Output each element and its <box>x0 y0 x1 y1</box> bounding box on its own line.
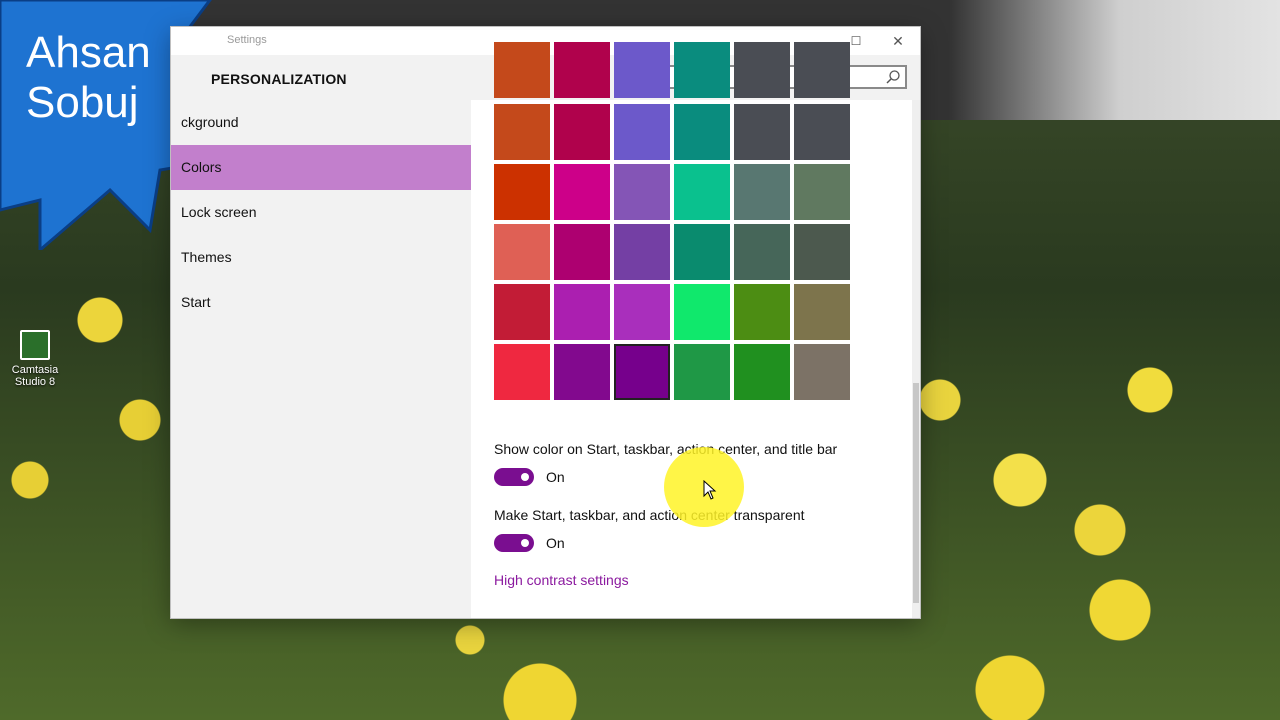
sidebar-item-label: Start <box>181 294 211 310</box>
color-swatch[interactable] <box>734 284 790 340</box>
color-swatch[interactable] <box>614 164 670 220</box>
color-swatch[interactable] <box>614 224 670 280</box>
color-swatch[interactable] <box>554 224 610 280</box>
color-swatch[interactable] <box>734 104 790 160</box>
show-color-state: On <box>546 469 565 485</box>
color-swatch[interactable] <box>734 344 790 400</box>
toggle-knob <box>521 473 529 481</box>
watermark-line-1: Ahsan <box>26 28 151 77</box>
mouse-cursor-icon <box>703 480 717 500</box>
sidebar-item-lock-screen[interactable]: Lock screen <box>171 190 471 235</box>
show-color-toggle[interactable] <box>494 468 534 486</box>
color-swatch[interactable] <box>674 344 730 400</box>
content-scrollbar[interactable] <box>912 100 920 618</box>
transparent-label: Make Start, taskbar, and action center t… <box>494 507 805 523</box>
color-swatch[interactable] <box>554 284 610 340</box>
color-swatch[interactable] <box>794 104 850 160</box>
transparent-toggle[interactable] <box>494 534 534 552</box>
color-swatch[interactable] <box>494 344 550 400</box>
high-contrast-settings-link[interactable]: High contrast settings <box>494 572 629 588</box>
color-swatch[interactable] <box>794 164 850 220</box>
color-swatch[interactable] <box>734 164 790 220</box>
color-swatch[interactable] <box>794 344 850 400</box>
color-swatch[interactable] <box>494 284 550 340</box>
watermark-line-2: Sobuj <box>26 78 139 127</box>
window-title: Settings <box>227 34 267 46</box>
color-swatch[interactable] <box>674 104 730 160</box>
show-color-label: Show color on Start, taskbar, action cen… <box>494 441 838 457</box>
camtasia-icon <box>20 330 50 360</box>
search-icon[interactable] <box>885 69 901 85</box>
color-swatch-partial <box>734 42 790 98</box>
color-swatch[interactable] <box>734 224 790 280</box>
desktop-icon-camtasia[interactable]: Camtasia Studio 8 <box>6 330 64 388</box>
color-swatch[interactable] <box>614 104 670 160</box>
sidebar: ckground Colors Lock screen Themes Start <box>171 100 471 618</box>
color-swatch[interactable] <box>674 284 730 340</box>
scrollbar-thumb[interactable] <box>913 383 919 603</box>
transparent-state: On <box>546 535 565 551</box>
color-swatch-partial <box>614 42 670 98</box>
color-swatch[interactable] <box>554 344 610 400</box>
color-swatch-partial <box>554 42 610 98</box>
close-button[interactable]: ✕ <box>876 27 920 55</box>
color-swatch[interactable] <box>554 104 610 160</box>
sidebar-item-label: ckground <box>181 114 239 130</box>
toggle-knob <box>521 539 529 547</box>
sidebar-item-background[interactable]: ckground <box>171 100 471 145</box>
color-swatch-partial <box>494 42 550 98</box>
color-swatch[interactable] <box>494 104 550 160</box>
sidebar-item-start[interactable]: Start <box>171 280 471 325</box>
sidebar-item-themes[interactable]: Themes <box>171 235 471 280</box>
color-swatch[interactable] <box>794 284 850 340</box>
colors-content: Show color on Start, taskbar, action cen… <box>471 42 920 618</box>
sidebar-item-colors[interactable]: Colors <box>171 145 471 190</box>
color-swatch[interactable] <box>494 224 550 280</box>
color-swatch[interactable] <box>494 164 550 220</box>
color-swatch[interactable] <box>674 224 730 280</box>
accent-color-grid <box>494 42 854 430</box>
color-swatch[interactable] <box>554 164 610 220</box>
desktop-icon-label: Camtasia Studio 8 <box>11 364 59 388</box>
color-swatch-partial <box>674 42 730 98</box>
color-swatch[interactable] <box>614 344 670 400</box>
sidebar-item-label: Themes <box>181 249 232 265</box>
sidebar-item-label: Colors <box>181 159 222 175</box>
color-swatch-partial <box>794 42 850 98</box>
page-title: PERSONALIZATION <box>211 71 347 87</box>
sidebar-item-label: Lock screen <box>181 204 257 220</box>
color-swatch[interactable] <box>674 164 730 220</box>
color-swatch[interactable] <box>614 284 670 340</box>
color-swatch[interactable] <box>794 224 850 280</box>
settings-window: Settings – ☐ ✕ PERSONALIZATION ckground … <box>171 27 920 618</box>
